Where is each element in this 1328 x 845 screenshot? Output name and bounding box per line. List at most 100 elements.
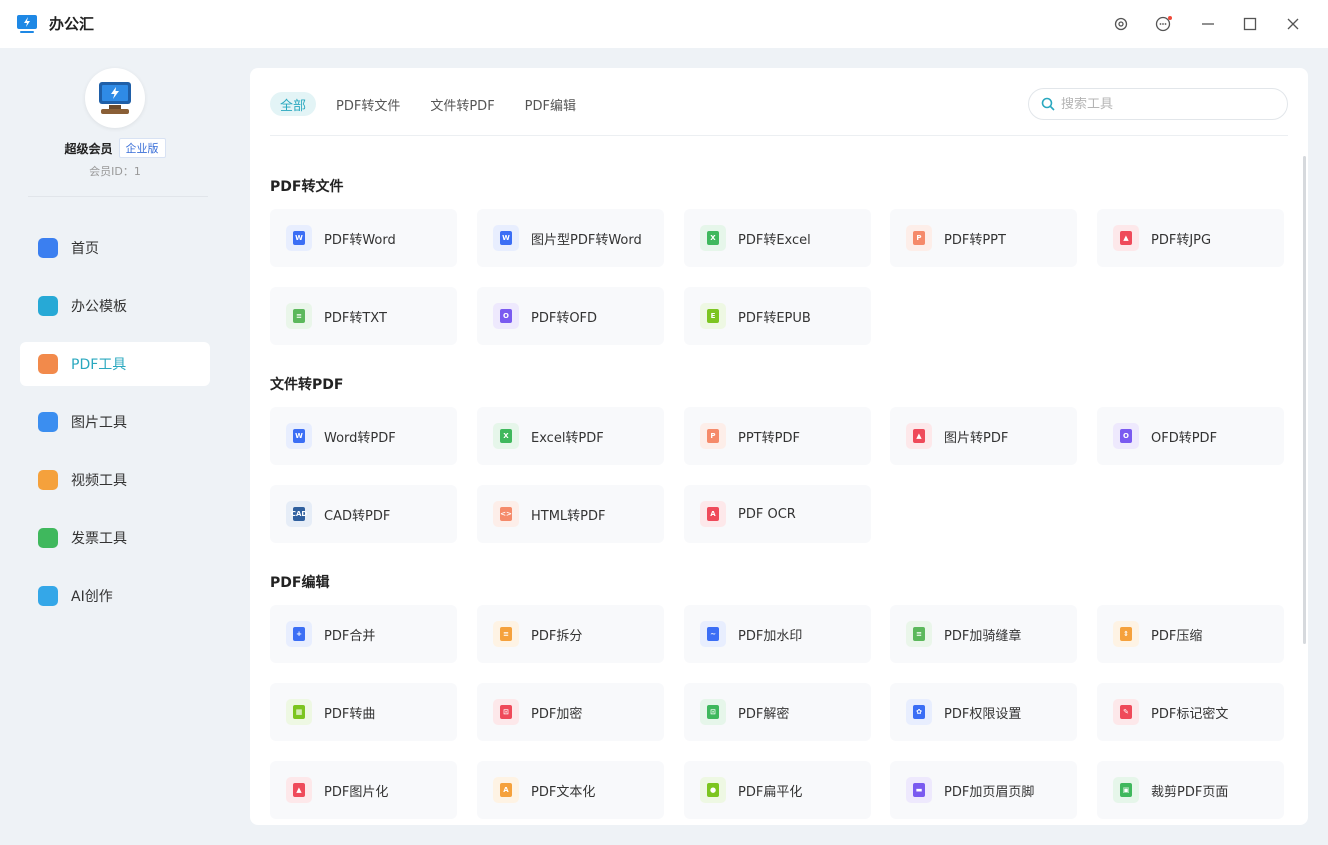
tool-card[interactable]: W PDF转Word: [270, 209, 457, 267]
tool-glyph: X: [500, 429, 512, 443]
video-icon: [38, 470, 58, 490]
tool-label: Word转PDF: [324, 430, 396, 446]
briefcase-icon: [38, 296, 58, 316]
tool-label: PDF转OFD: [531, 310, 598, 326]
tool-card[interactable]: + PDF合并: [270, 605, 457, 663]
header-footer-icon: ▬: [906, 777, 932, 803]
tool-card[interactable]: ≡ PDF拆分: [477, 605, 664, 663]
search-box[interactable]: [1028, 88, 1288, 120]
flatten-icon: ●: [700, 777, 726, 803]
tool-card[interactable]: O OFD转PDF: [1097, 407, 1284, 465]
tool-card[interactable]: ≡ PDF转TXT: [270, 287, 457, 345]
tool-card[interactable]: E PDF转EPUB: [684, 287, 871, 345]
tool-card[interactable]: P PPT转PDF: [684, 407, 871, 465]
sidebar-divider: [28, 196, 208, 197]
close-icon[interactable]: [1281, 12, 1305, 36]
tool-label: Excel转PDF: [531, 430, 604, 446]
ofd-icon: O: [1113, 423, 1139, 449]
crop-icon: ▣: [1113, 777, 1139, 803]
tool-glyph: P: [913, 231, 925, 245]
tool-glyph: ▣: [1120, 783, 1132, 797]
ai-icon: [38, 586, 58, 606]
tool-label: PDF加密: [531, 706, 583, 722]
scrollbar[interactable]: [1303, 156, 1306, 644]
tool-card[interactable]: W 图片型PDF转Word: [477, 209, 664, 267]
settings-icon[interactable]: [1109, 12, 1133, 36]
tool-card[interactable]: ~ PDF加水印: [684, 605, 871, 663]
tool-card[interactable]: ▬ PDF加页眉页脚: [890, 761, 1077, 819]
tool-label: PDF解密: [738, 706, 790, 722]
member-name: 超级会员: [64, 141, 113, 156]
minimize-icon[interactable]: [1196, 12, 1220, 36]
tool-glyph: +: [293, 627, 305, 641]
member-badge: 企业版: [118, 138, 166, 158]
tool-card[interactable]: P PDF转PPT: [890, 209, 1077, 267]
sidebar-item-3[interactable]: 图片工具: [20, 400, 210, 444]
tool-label: PDF压缩: [1151, 628, 1203, 644]
sidebar-item-0[interactable]: 首页: [20, 226, 210, 270]
split-icon: ≡: [493, 621, 519, 647]
tool-card[interactable]: ▦ PDF转曲: [270, 683, 457, 741]
sidebar-item-2[interactable]: PDF工具: [20, 342, 210, 386]
tool-card[interactable]: ⇕ PDF压缩: [1097, 605, 1284, 663]
sidebar-item-5[interactable]: 发票工具: [20, 516, 210, 560]
avatar[interactable]: [85, 68, 145, 128]
tool-card[interactable]: W Word转PDF: [270, 407, 457, 465]
tool-label: 图片转PDF: [944, 430, 1009, 446]
tool-label: PDF文本化: [531, 784, 596, 800]
tool-glyph: ≡: [913, 627, 925, 641]
sidebar-item-4[interactable]: 视频工具: [20, 458, 210, 502]
tool-card[interactable]: ● PDF扁平化: [684, 761, 871, 819]
sidebar: 超级会员 企业版 会员ID：1 首页 办公模板 PDF工具 图片工具 视频工具 发票工具 A…: [0, 48, 230, 845]
tool-card[interactable]: A PDF文本化: [477, 761, 664, 819]
tool-card[interactable]: ≡ PDF加骑缝章: [890, 605, 1077, 663]
app-title: 办公汇: [49, 15, 95, 33]
tool-card[interactable]: X PDF转Excel: [684, 209, 871, 267]
tool-card[interactable]: ▲ 图片转PDF: [890, 407, 1077, 465]
tab-3[interactable]: PDF编辑: [515, 92, 586, 116]
maximize-icon[interactable]: [1238, 12, 1262, 36]
tool-card[interactable]: ▲ PDF转JPG: [1097, 209, 1284, 267]
main-panel: 全部 PDF转文件文件转PDF PDF编辑 PDF转文件 WPDF转Word W图片型P…: [250, 68, 1308, 825]
tab-2[interactable]: 文件转PDF: [420, 92, 504, 116]
tool-card[interactable]: A PDF OCR: [684, 485, 871, 543]
tool-glyph: ⊡: [707, 705, 719, 719]
app-logo-icon: [16, 13, 38, 35]
tool-card[interactable]: ⊡ PDF解密: [684, 683, 871, 741]
tool-card[interactable]: ▲ PDF图片化: [270, 761, 457, 819]
tool-card[interactable]: X Excel转PDF: [477, 407, 664, 465]
merge-icon: +: [286, 621, 312, 647]
sidebar-item-label: 办公模板: [71, 299, 127, 315]
tool-label: PDF拆分: [531, 628, 583, 644]
tool-label: OFD转PDF: [1151, 430, 1218, 446]
tool-card[interactable]: ✿ PDF权限设置: [890, 683, 1077, 741]
tool-label: CAD转PDF: [324, 508, 391, 524]
tool-label: PDF扁平化: [738, 784, 803, 800]
tab-0[interactable]: 全部: [270, 92, 317, 116]
tool-card[interactable]: ⊡ PDF加密: [477, 683, 664, 741]
search-input[interactable]: [1061, 96, 1261, 112]
sidebar-item-1[interactable]: 办公模板: [20, 284, 210, 328]
tool-card[interactable]: ✎ PDF标记密文: [1097, 683, 1284, 741]
sidebar-item-6[interactable]: AI创作: [20, 574, 210, 618]
tool-glyph: ⊡: [500, 705, 512, 719]
tool-glyph: ⇕: [1120, 627, 1132, 641]
tool-card[interactable]: O PDF转OFD: [477, 287, 664, 345]
tool-card[interactable]: CAD CAD转PDF: [270, 485, 457, 543]
message-icon[interactable]: [1152, 12, 1176, 36]
category-tabs: 全部 PDF转文件 文件转PDF PDF编辑: [270, 92, 596, 116]
tool-label: PDF加骑缝章: [944, 628, 1022, 644]
excel-icon: X: [700, 225, 726, 251]
tool-glyph: O: [500, 309, 512, 323]
tool-label: PDF转EPUB: [738, 310, 811, 326]
tool-label: PDF转PPT: [944, 232, 1006, 248]
tool-label: PDF权限设置: [944, 706, 1022, 722]
tabs-divider: [270, 135, 1288, 136]
member-info: 超级会员 企业版: [0, 138, 230, 158]
tool-label: PDF OCR: [738, 506, 796, 522]
word-icon: W: [493, 225, 519, 251]
tool-glyph: X: [707, 231, 719, 245]
tool-card[interactable]: <> HTML转PDF: [477, 485, 664, 543]
tab-1[interactable]: PDF转文件: [326, 92, 410, 116]
tool-card[interactable]: ▣ 裁剪PDF页面: [1097, 761, 1284, 819]
